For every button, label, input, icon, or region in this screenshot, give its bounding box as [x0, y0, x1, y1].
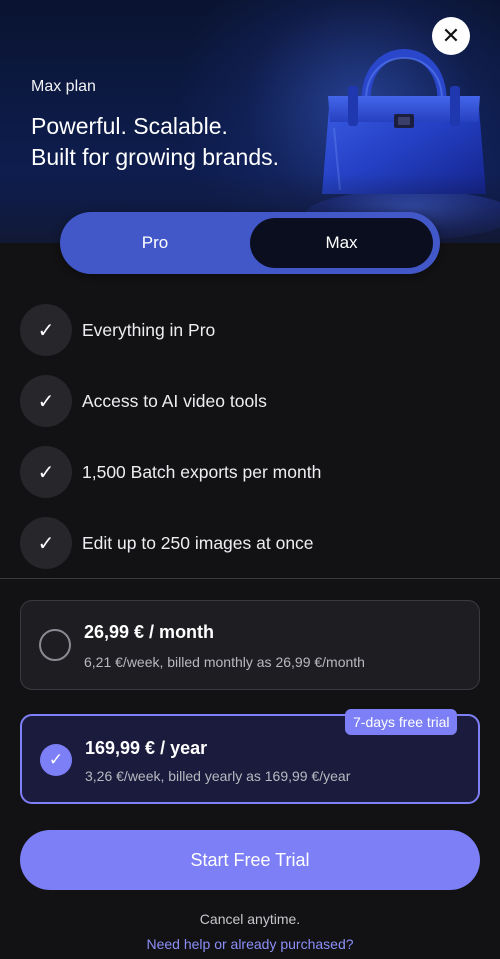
feature-text: Access to AI video tools	[82, 390, 267, 411]
plan-price: 169,99 € / year	[85, 738, 208, 758]
hero-banner: Max plan Powerful. Scalable. Built for g…	[0, 0, 500, 243]
plan-price-detail: 3,26 €/week, billed yearly as 169,99 €/y…	[85, 768, 351, 784]
check-icon: ✓	[20, 375, 72, 427]
radio-selected-check-icon[interactable]: ✓	[40, 744, 72, 776]
feature-item: ✓ Edit up to 250 images at once	[20, 517, 314, 569]
divider	[0, 578, 500, 579]
feature-text: Edit up to 250 images at once	[82, 532, 314, 553]
headline-line-1: Powerful. Scalable.	[31, 113, 228, 139]
close-button[interactable]: ✕	[432, 17, 470, 55]
plan-option-monthly[interactable]: 26,99 € / month 6,21 €/week, billed mont…	[20, 600, 480, 690]
close-icon: ✕	[441, 23, 461, 48]
feature-text: 1,500 Batch exports per month	[82, 461, 322, 482]
feature-item: ✓ Everything in Pro	[20, 304, 215, 356]
plan-toggle: Pro Max	[60, 212, 440, 274]
plan-label: Max plan	[31, 78, 96, 95]
headline: Powerful. Scalable. Built for growing br…	[31, 111, 279, 173]
plan-price-detail: 6,21 €/week, billed monthly as 26,99 €/m…	[84, 654, 365, 670]
toggle-option-max[interactable]: Max	[250, 218, 433, 268]
start-free-trial-button[interactable]: Start Free Trial	[20, 830, 480, 890]
check-icon: ✓	[20, 517, 72, 569]
feature-item: ✓ 1,500 Batch exports per month	[20, 446, 321, 498]
plan-price: 26,99 € / month	[84, 622, 215, 642]
feature-text: Everything in Pro	[82, 319, 216, 340]
radio-unselected-icon[interactable]	[39, 629, 71, 661]
toggle-option-pro[interactable]: Pro	[60, 212, 250, 274]
check-icon: ✓	[20, 304, 72, 356]
feature-item: ✓ Access to AI video tools	[20, 375, 267, 427]
help-link[interactable]: Need help or already purchased?	[0, 936, 500, 952]
paywall-screen: Max plan Powerful. Scalable. Built for g…	[0, 0, 500, 959]
headline-line-2: Built for growing brands.	[31, 144, 280, 170]
cancel-note: Cancel anytime.	[199, 911, 301, 927]
free-trial-badge: 7-days free trial	[345, 709, 458, 735]
check-icon: ✓	[20, 446, 72, 498]
